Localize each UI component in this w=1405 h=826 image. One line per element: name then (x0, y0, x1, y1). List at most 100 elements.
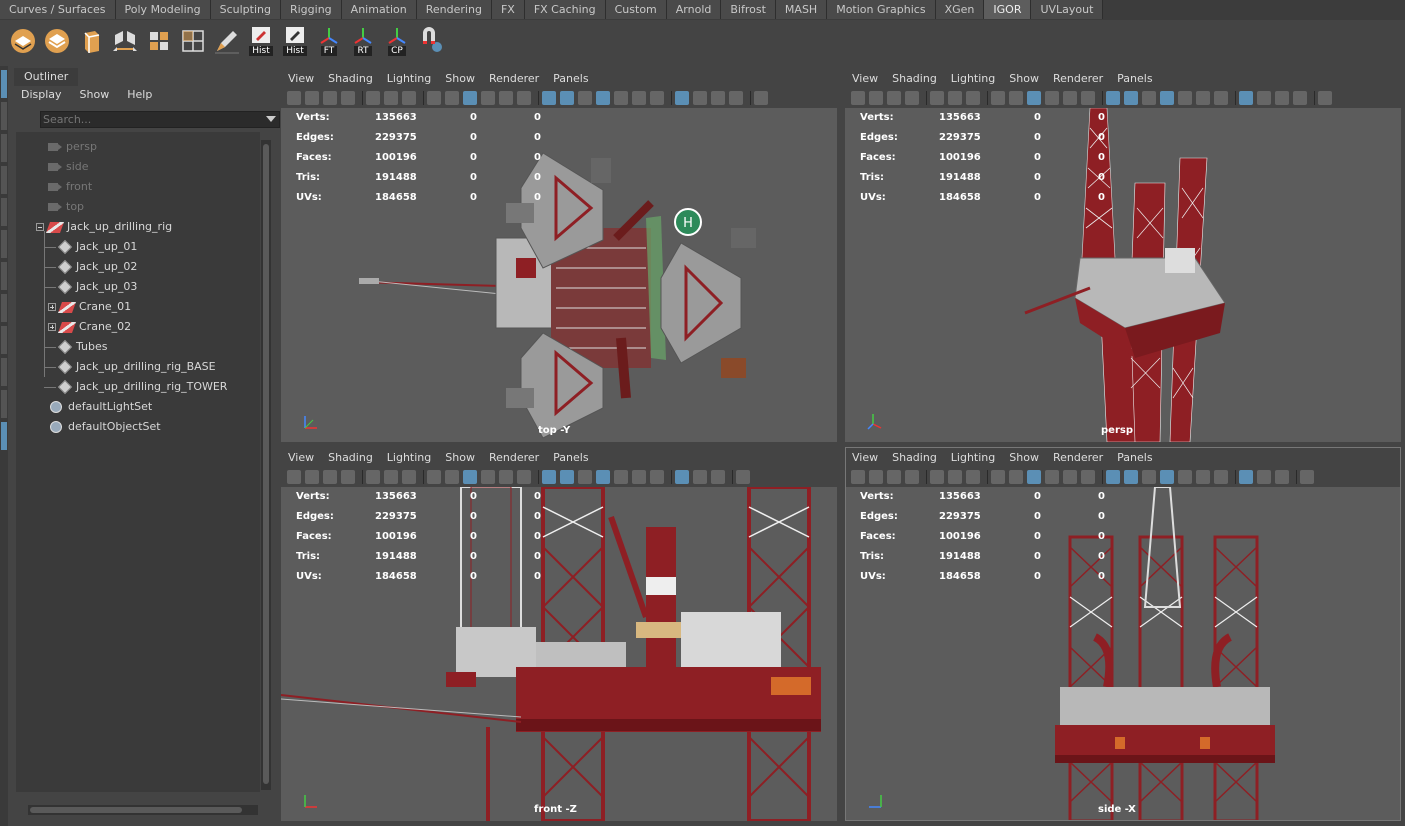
viewport-toolbar-icon[interactable] (1257, 91, 1271, 105)
viewport-toolbar-icon[interactable] (851, 91, 865, 105)
viewport-toolbar-icon[interactable] (991, 470, 1005, 484)
viewport-toolbar-icon[interactable] (869, 470, 883, 484)
vp-menu-view[interactable]: View (845, 447, 885, 467)
viewport-toolbar-icon[interactable] (1275, 470, 1289, 484)
shelf-tab-mash[interactable]: MASH (775, 0, 828, 19)
vp-menu-lighting[interactable]: Lighting (380, 68, 438, 88)
outliner-menu-show[interactable]: Show (71, 86, 119, 106)
vp-menu-shading[interactable]: Shading (885, 68, 944, 88)
viewport-toolbar-icon[interactable] (1196, 91, 1210, 105)
outliner-item-top[interactable]: top (48, 197, 84, 217)
viewport-toolbar-icon[interactable] (948, 470, 962, 484)
expand-toggle-icon[interactable] (48, 303, 56, 311)
viewport-toolbar-icon[interactable] (560, 91, 574, 105)
vp-menu-renderer[interactable]: Renderer (1046, 447, 1110, 467)
vp-menu-lighting[interactable]: Lighting (944, 447, 1002, 467)
shelf-tab-xgen[interactable]: XGen (935, 0, 985, 19)
shelf-tab-fx[interactable]: FX (491, 0, 525, 19)
vp-menu-view[interactable]: View (845, 68, 885, 88)
viewport-toolbar-icon[interactable] (305, 91, 319, 105)
pen-tool-icon[interactable] (212, 26, 242, 56)
expand-toggle-icon[interactable] (48, 323, 56, 331)
viewport-toolbar-icon[interactable] (1009, 91, 1023, 105)
viewport-toolbar-icon[interactable] (905, 470, 919, 484)
viewport-toolbar-icon[interactable] (711, 91, 725, 105)
viewport-toolbar-icon[interactable] (632, 470, 646, 484)
outliner-item-crane-02[interactable]: Crane_02 (48, 317, 131, 337)
vp-menu-lighting[interactable]: Lighting (944, 68, 1002, 88)
freeze-transform-button[interactable]: FT (314, 25, 344, 57)
viewport-toolbar-icon[interactable] (991, 91, 1005, 105)
hist-button-1[interactable]: Hist (246, 25, 276, 57)
viewport-toolbar-icon[interactable] (1081, 470, 1095, 484)
viewport-toolbar-icon[interactable] (596, 470, 610, 484)
viewport-toolbar-icon[interactable] (754, 91, 768, 105)
viewport-toolbar-icon[interactable] (1196, 470, 1210, 484)
layout-single-icon[interactable] (1, 294, 7, 322)
viewport-toolbar-icon[interactable] (887, 91, 901, 105)
shelf-tab-animation[interactable]: Animation (341, 0, 417, 19)
outliner-tab[interactable]: Outliner (14, 68, 79, 86)
shelf-tab-arnold[interactable]: Arnold (666, 0, 722, 19)
outliner-horizontal-scrollbar[interactable] (28, 805, 258, 815)
viewport-toolbar-icon[interactable] (1178, 91, 1192, 105)
viewport-toolbar-icon[interactable] (693, 470, 707, 484)
viewport-toolbar-icon[interactable] (481, 470, 495, 484)
viewport-toolbar-icon[interactable] (499, 470, 513, 484)
outliner-item-jack-up-02[interactable]: Jack_up_02 (57, 257, 137, 277)
shelf-tab-uvlayout[interactable]: UVLayout (1031, 0, 1104, 19)
viewport-toolbar-icon[interactable] (1160, 91, 1174, 105)
outliner-vertical-scrollbar[interactable] (261, 140, 271, 790)
viewport-toolbar-icon[interactable] (1142, 91, 1156, 105)
vp-menu-show[interactable]: Show (438, 447, 482, 467)
viewport-toolbar-icon[interactable] (1124, 91, 1138, 105)
vp-menu-shading[interactable]: Shading (321, 68, 380, 88)
viewport-toolbar-icon[interactable] (1142, 470, 1156, 484)
viewport-toolbar-icon[interactable] (948, 91, 962, 105)
layer-duplicate-icon[interactable] (42, 26, 72, 56)
scroll-thumb[interactable] (30, 807, 242, 813)
chevron-down-icon[interactable] (266, 116, 276, 122)
layout-four-icon[interactable] (1, 326, 7, 354)
viewport-front[interactable]: View Shading Lighting Show Renderer Pane… (281, 447, 837, 821)
layout-stack-icon[interactable] (1, 390, 7, 418)
viewport-persp[interactable]: View Shading Lighting Show Renderer Pane… (845, 68, 1401, 442)
grid-select-icon[interactable] (144, 26, 174, 56)
outliner-item-tubes[interactable]: Tubes (57, 337, 108, 357)
viewport-toolbar-icon[interactable] (650, 470, 664, 484)
vp-menu-renderer[interactable]: Renderer (1046, 68, 1110, 88)
viewport-toolbar-icon[interactable] (596, 91, 610, 105)
viewport-toolbar-icon[interactable] (366, 91, 380, 105)
last-tool-icon[interactable] (1, 262, 7, 290)
collapse-toggle-icon[interactable] (36, 223, 44, 231)
viewport-toolbar-icon[interactable] (1275, 91, 1289, 105)
magnet-snap-icon[interactable] (416, 26, 446, 56)
vp-menu-show[interactable]: Show (438, 68, 482, 88)
viewport-toolbar-icon[interactable] (427, 470, 441, 484)
viewport-top[interactable]: View Shading Lighting Show Renderer Pane… (281, 68, 837, 442)
outliner-item-default-object-set[interactable]: defaultObjectSet (50, 417, 161, 437)
shelf-tab-rendering[interactable]: Rendering (416, 0, 492, 19)
layout-outliner-icon[interactable] (1, 422, 7, 450)
layout-side-icon[interactable] (1, 358, 7, 386)
viewport-toolbar-icon[interactable] (851, 470, 865, 484)
viewport-toolbar-icon[interactable] (675, 91, 689, 105)
viewport-toolbar-icon[interactable] (402, 470, 416, 484)
move-tool-icon[interactable] (1, 166, 7, 194)
outliner-item-jack-up-03[interactable]: Jack_up_03 (57, 277, 137, 297)
center-pivot-button[interactable]: CP (382, 25, 412, 57)
viewport-toolbar-icon[interactable] (578, 91, 592, 105)
vp-menu-renderer[interactable]: Renderer (482, 447, 546, 467)
shelf-tab-poly-modeling[interactable]: Poly Modeling (115, 0, 211, 19)
viewport-toolbar-icon[interactable] (736, 470, 750, 484)
viewport-toolbar-icon[interactable] (1063, 470, 1077, 484)
viewport-toolbar-icon[interactable] (930, 91, 944, 105)
viewport-toolbar-icon[interactable] (1257, 470, 1271, 484)
viewport-toolbar-icon[interactable] (1063, 91, 1077, 105)
viewport-toolbar-icon[interactable] (341, 91, 355, 105)
shelf-tab-curves-surfaces[interactable]: Curves / Surfaces (0, 0, 116, 19)
viewport-toolbar-icon[interactable] (1027, 470, 1041, 484)
outliner-item-crane-01[interactable]: Crane_01 (48, 297, 131, 317)
viewport-toolbar-icon[interactable] (542, 470, 556, 484)
viewport-toolbar-icon[interactable] (1214, 91, 1228, 105)
